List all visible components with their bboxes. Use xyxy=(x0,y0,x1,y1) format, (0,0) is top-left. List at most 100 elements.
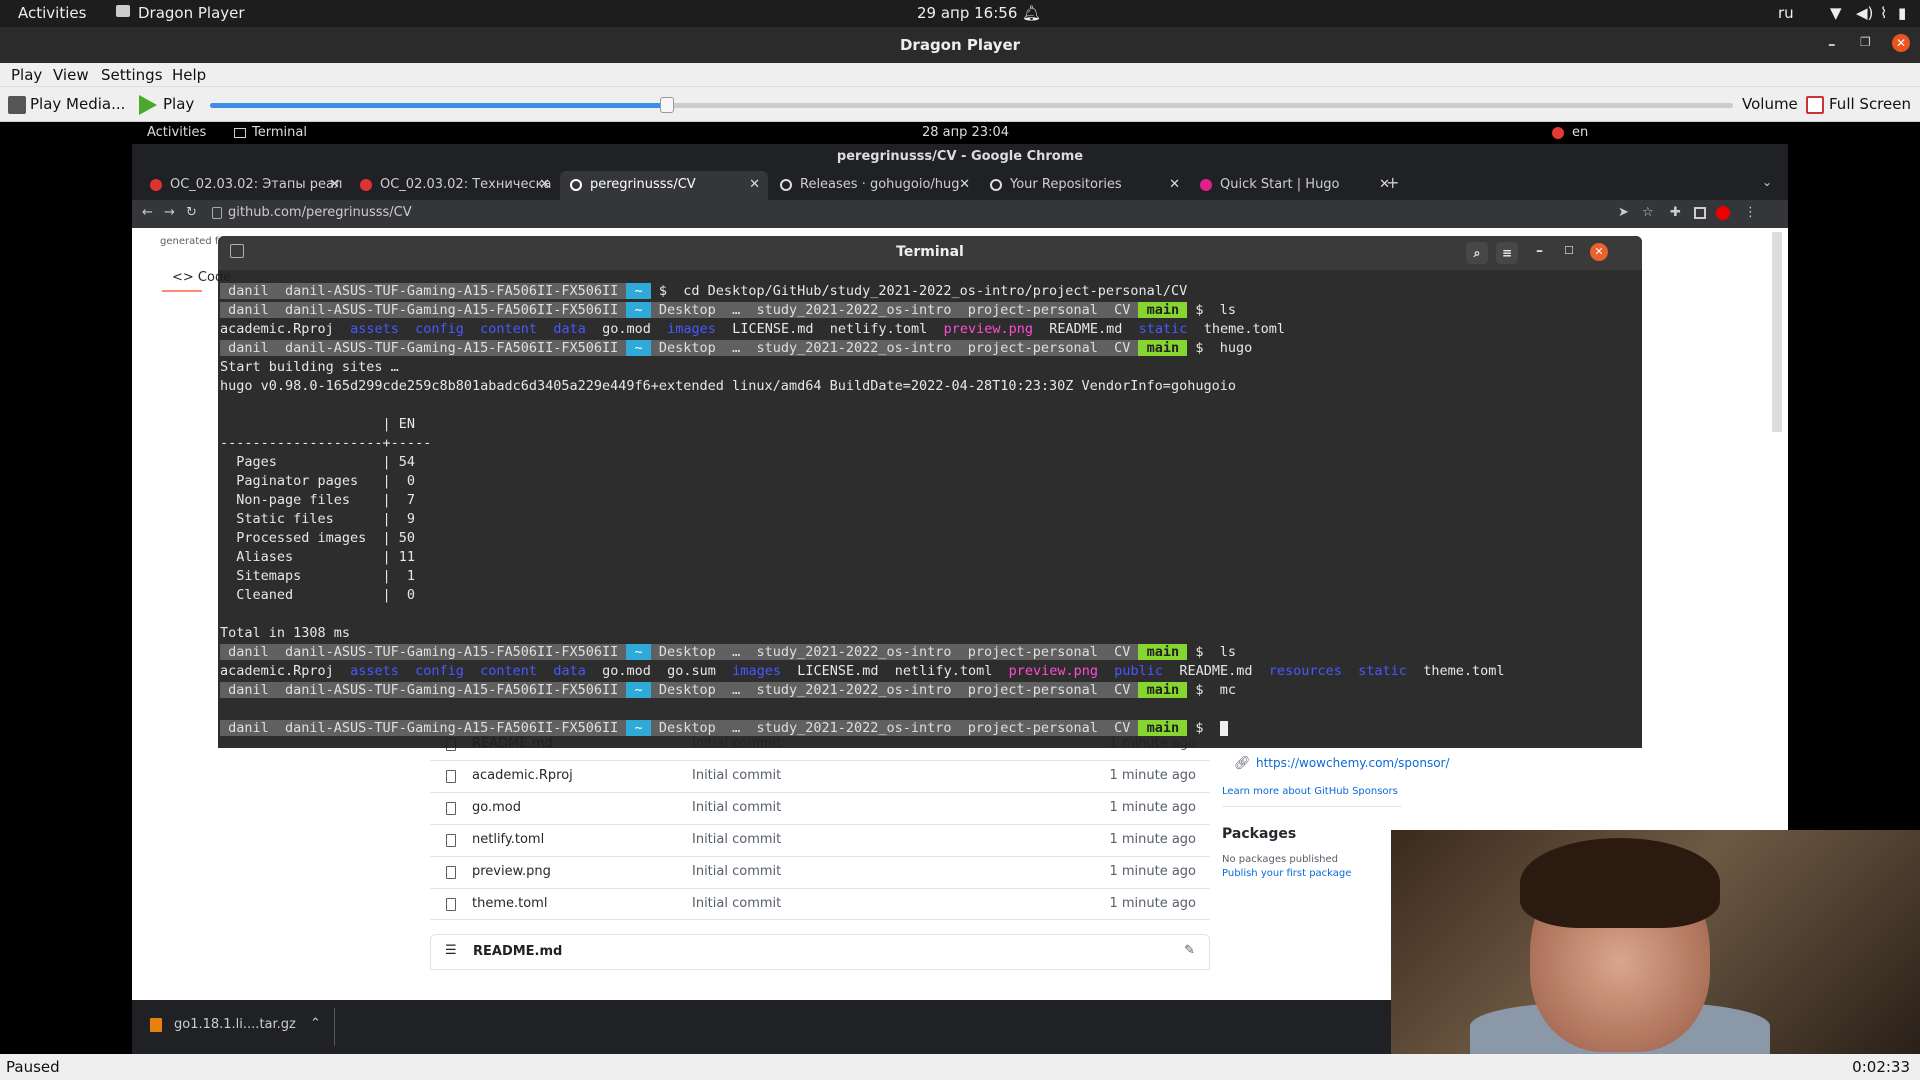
terminal-line: hugo v0.98.0-165d299cde259c8b801abadc6d3… xyxy=(220,377,1236,396)
chrome-tab: ОС_02.03.02: Техническа ✕ xyxy=(350,171,558,200)
volume-icon[interactable]: ◀︎) xyxy=(1856,4,1873,22)
clock[interactable]: 29 апр 16:56 xyxy=(917,4,1017,22)
seek-handle[interactable] xyxy=(659,97,674,113)
ls-entry: data xyxy=(553,663,586,679)
file-name: theme.toml xyxy=(472,896,548,911)
archive-file-icon xyxy=(150,1018,162,1032)
tab-close-icon: ✕ xyxy=(539,177,550,192)
terminal-output-text: Paginator pages | 0 xyxy=(220,473,416,489)
app-menu[interactable]: Dragon Player xyxy=(138,4,245,22)
ls-entry: public xyxy=(1114,663,1164,679)
prompt-path: … xyxy=(723,302,749,318)
commit-message: Initial commit xyxy=(692,896,782,911)
player-toolbar: Play Media... Play Volume Full Screen xyxy=(0,87,1920,122)
prompt-user-host: danil danil-ASUS-TUF-Gaming-A15-FA506II-… xyxy=(220,682,627,698)
ls-gap xyxy=(716,663,732,679)
menu-settings[interactable]: Settings xyxy=(101,66,163,84)
file-row: go.mod Initial commit 1 minute ago xyxy=(430,792,1210,824)
search-icon: ⌕ xyxy=(1466,242,1488,264)
ls-gap xyxy=(586,663,602,679)
fullscreen-button[interactable]: Full Screen xyxy=(1829,95,1911,113)
terminal-output-text: Pages | 54 xyxy=(220,454,416,470)
play-button[interactable]: Play xyxy=(163,95,194,113)
prompt-dollar: $ xyxy=(1187,340,1220,356)
playback-time: 0:02:33 xyxy=(1852,1058,1910,1076)
github-favicon xyxy=(780,179,792,191)
prompt-path: project-personal xyxy=(959,682,1106,698)
close-button[interactable]: ✕ xyxy=(1892,34,1910,52)
terminal-output: danil danil-ASUS-TUF-Gaming-A15-FA506II-… xyxy=(218,282,1642,748)
terminal-cursor xyxy=(1219,720,1228,736)
prompt-path: CV xyxy=(1105,644,1139,660)
wifi-icon[interactable]: ▼ xyxy=(1830,4,1842,22)
mic-icon[interactable]: ⌇ xyxy=(1880,4,1887,22)
ls-entry: theme.toml xyxy=(1423,663,1505,679)
tab-label: peregrinusss/CV xyxy=(590,177,696,192)
maximize-button[interactable]: ❐ xyxy=(1860,35,1871,49)
fullscreen-icon xyxy=(1806,96,1824,114)
tab-close-icon: ✕ xyxy=(1169,177,1180,192)
chrome-tab: ОС_02.03.02: Этапы реал ✕ xyxy=(140,171,348,200)
chrome-tab: Your Repositories ✕ xyxy=(980,171,1188,200)
ls-gap xyxy=(1342,663,1358,679)
battery-icon[interactable]: ▮ xyxy=(1898,4,1906,22)
prompt-path: CV xyxy=(1105,720,1139,736)
ls-gap xyxy=(651,663,667,679)
terminal-output-text: --------------------+----- xyxy=(220,435,432,451)
ls-entry: config xyxy=(415,321,464,337)
tab-label: ОС_02.03.02: Этапы реал xyxy=(170,177,343,192)
prompt-path: project-personal xyxy=(959,720,1106,736)
ls-entry: content xyxy=(480,321,538,337)
tab-label: ОС_02.03.02: Техническа xyxy=(380,177,552,192)
prompt-home: ~ xyxy=(626,283,651,299)
volume-button[interactable]: Volume xyxy=(1742,95,1798,113)
ls-entry: assets xyxy=(350,321,399,337)
tab-label: Your Repositories xyxy=(1010,177,1122,192)
activities-button[interactable]: Activities xyxy=(18,4,86,22)
ls-entry: netlify.toml xyxy=(829,321,928,337)
prompt-path: … xyxy=(723,340,749,356)
ls-gap xyxy=(813,321,829,337)
chrome-menu-icon: ⋮ xyxy=(1744,205,1757,220)
prompt-path: CV xyxy=(1105,340,1139,356)
ls-entry: LICENSE.md xyxy=(797,663,879,679)
ls-entry: static xyxy=(1358,663,1407,679)
ls-gap xyxy=(464,321,480,337)
video-frame[interactable]: Activities Terminal 28 апр 23:04 en pere… xyxy=(0,122,1920,1054)
ls-gap xyxy=(334,663,350,679)
file-name: go.mod xyxy=(472,800,521,815)
app-icon xyxy=(116,5,130,17)
terminal-output-text: Aliases | 11 xyxy=(220,549,416,565)
ls-gap xyxy=(399,663,415,679)
inner-clock: 28 апр 23:04 xyxy=(922,125,1009,140)
terminal-line: Pages | 54 xyxy=(220,453,415,472)
terminal-line: Sitemaps | 1 xyxy=(220,567,415,586)
menu-view[interactable]: View xyxy=(53,66,89,84)
terminal-title: Terminal xyxy=(896,244,964,260)
play-media-button[interactable]: Play Media... xyxy=(30,95,125,113)
hamburger-menu-icon: ≡ xyxy=(1496,242,1518,264)
menu-help[interactable]: Help xyxy=(172,66,206,84)
ls-gap xyxy=(651,321,667,337)
active-tab-underline xyxy=(162,290,202,292)
file-name: preview.png xyxy=(472,864,551,879)
send-icon: ➤ xyxy=(1618,205,1629,220)
forward-icon: → xyxy=(164,205,175,220)
chrome-tab: Quick Start | Hugo ✕ xyxy=(1190,171,1398,200)
commit-time: 1 minute ago xyxy=(1109,896,1196,911)
terminal-titlebar: Terminal ⌕ ≡ – ☐ ✕ xyxy=(218,236,1642,270)
ls-entry: images xyxy=(732,663,781,679)
prompt-path: Desktop xyxy=(650,644,724,660)
menu-play[interactable]: Play xyxy=(11,66,42,84)
back-icon: ← xyxy=(142,205,153,220)
prompt-user-host: danil danil-ASUS-TUF-Gaming-A15-FA506II-… xyxy=(220,644,627,660)
seek-slider[interactable] xyxy=(210,97,1733,113)
publish-package-link: Publish your first package xyxy=(1222,868,1352,879)
prompt-path: study_2021-2022_os-intro xyxy=(748,682,960,698)
minimize-button[interactable]: – xyxy=(1828,35,1836,53)
keyboard-layout[interactable]: ru xyxy=(1778,4,1794,22)
terminal-output-text: Total in 1308 ms xyxy=(220,625,351,641)
ls-gap xyxy=(537,663,553,679)
prompt-git-branch: main xyxy=(1138,682,1188,698)
prompt-path: … xyxy=(723,644,749,660)
